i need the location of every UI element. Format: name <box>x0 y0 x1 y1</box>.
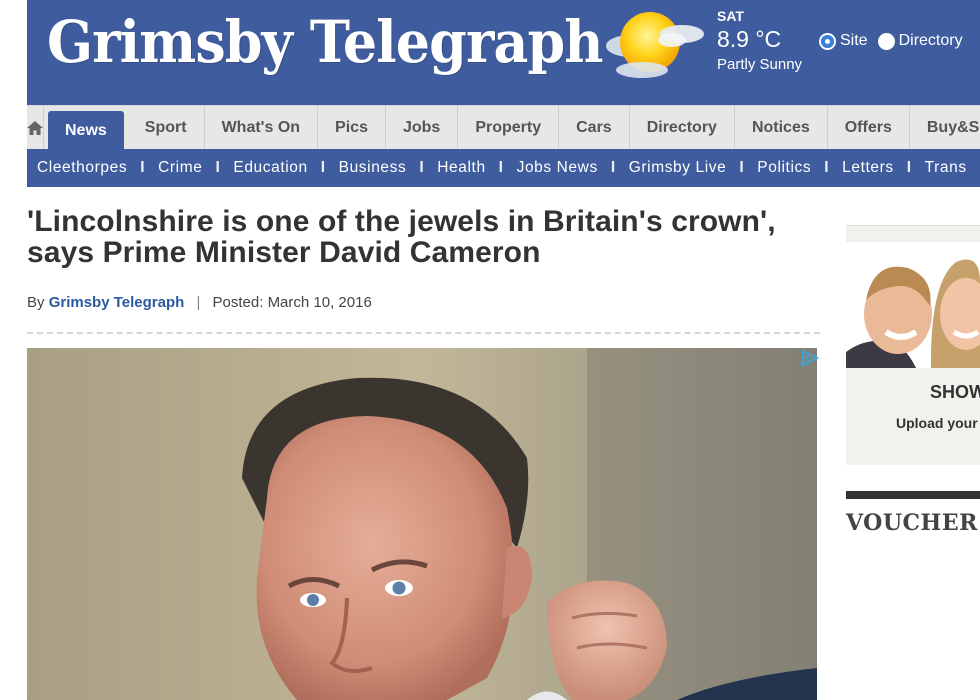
headline-line-2: says Prime Minister David Cameron <box>27 236 541 269</box>
headline-line-1: 'Lincolnshire is one of the jewels in Br… <box>27 205 776 238</box>
subnav-separator: I <box>824 159 830 176</box>
nav-item-sport[interactable]: Sport <box>128 106 205 150</box>
site-header: Grimsby Telegraph SAT 8.9 °C Partly Sunn… <box>27 0 980 105</box>
article-photo <box>27 348 817 700</box>
subnav-separator: I <box>498 159 504 176</box>
nav-item-offers[interactable]: Offers <box>828 106 910 150</box>
article-photo-illustration <box>27 348 817 700</box>
subnav-separator: I <box>739 159 745 176</box>
subnav-item-grimsby-live[interactable]: Grimsby Live <box>629 159 727 177</box>
byline-prefix: By <box>27 294 45 311</box>
scope-radio-directory[interactable]: Directory <box>877 32 963 50</box>
sidebar-promo[interactable]: SHOW Upload your <box>846 225 980 465</box>
promo-heading: SHOW <box>930 382 980 402</box>
promo-text: Upload your <box>896 415 978 431</box>
sub-nav: Cleethorpes I Crime I Education I Busine… <box>27 149 980 187</box>
weather-widget[interactable]: SAT 8.9 °C Partly Sunny <box>717 8 802 73</box>
article-byline: By Grimsby Telegraph | Posted: March 10,… <box>27 294 372 311</box>
subnav-item-politics[interactable]: Politics <box>757 159 811 177</box>
subnav-separator: I <box>906 159 912 176</box>
weather-condition: Partly Sunny <box>717 56 803 73</box>
nav-item-notices[interactable]: Notices <box>735 106 828 150</box>
nav-item-buy-sell[interactable]: Buy&Se <box>910 106 980 150</box>
sidebar-divider <box>846 491 980 499</box>
article-headline: 'Lincolnshire is one of the jewels in Br… <box>27 206 827 268</box>
subnav-item-health[interactable]: Health <box>437 159 485 177</box>
nav-item-property[interactable]: Property <box>458 106 560 150</box>
weather-temperature: 8.9 °C <box>717 26 782 52</box>
subnav-separator: I <box>140 159 146 176</box>
weather-day: SAT <box>717 8 744 24</box>
site-logo[interactable]: Grimsby Telegraph <box>47 8 603 76</box>
promo-photo-illustration <box>846 242 980 368</box>
byline-divider <box>27 332 820 334</box>
subnav-item-education[interactable]: Education <box>233 159 307 177</box>
subnav-item-business[interactable]: Business <box>339 159 407 177</box>
home-icon <box>27 121 43 135</box>
scope-label-site: Site <box>840 32 868 49</box>
subnav-item-letters[interactable]: Letters <box>842 159 894 177</box>
subnav-item-crime[interactable]: Crime <box>158 159 202 177</box>
subnav-item-transport[interactable]: Trans <box>925 159 967 177</box>
subnav-separator: I <box>419 159 425 176</box>
byline-separator: | <box>196 294 201 311</box>
promo-image <box>846 242 980 368</box>
subnav-separator: I <box>610 159 616 176</box>
nav-item-whats-on[interactable]: What's On <box>205 106 319 150</box>
adchoices-icon[interactable] <box>800 348 820 368</box>
subnav-item-jobs-news[interactable]: Jobs News <box>517 159 598 177</box>
posted-date: Posted: March 10, 2016 <box>212 294 372 311</box>
subnav-item-cleethorpes[interactable]: Cleethorpes <box>37 159 127 177</box>
nav-home[interactable] <box>27 106 44 150</box>
nav-item-cars[interactable]: Cars <box>559 106 630 150</box>
subnav-separator: I <box>320 159 326 176</box>
author-link[interactable]: Grimsby Telegraph <box>49 294 185 311</box>
nav-item-pics[interactable]: Pics <box>318 106 386 150</box>
scope-label-directory: Directory <box>898 32 963 49</box>
scope-radio-site[interactable]: Site <box>819 32 868 50</box>
main-nav: News Sport What's On Pics Jobs Property … <box>27 105 980 150</box>
radio-selected-icon[interactable] <box>819 32 836 50</box>
voucher-heading: VOUCHER <box>846 510 978 536</box>
nav-item-directory[interactable]: Directory <box>630 106 735 150</box>
radio-unselected-icon[interactable] <box>877 32 895 50</box>
nav-item-jobs[interactable]: Jobs <box>386 106 459 150</box>
search-scope: Site Directory <box>819 32 963 50</box>
partly-sunny-icon <box>606 12 704 78</box>
nav-item-news[interactable]: News <box>48 111 124 150</box>
subnav-separator: I <box>215 159 221 176</box>
